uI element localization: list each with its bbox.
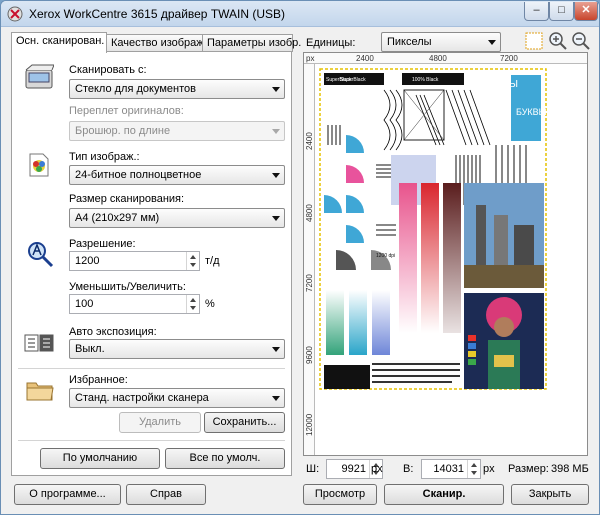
image-type-select[interactable]: 24-битное полноцветное <box>69 165 285 185</box>
binding-select[interactable]: Брошюр. по длине <box>69 121 285 141</box>
close-window-button[interactable]: ✕ <box>574 2 598 21</box>
scale-unit: % <box>205 298 215 310</box>
zoom-in-icon[interactable] <box>548 31 568 51</box>
ruler-unit: px <box>306 54 315 63</box>
scale-spinner[interactable] <box>186 295 199 313</box>
favorites-select[interactable]: Станд. настройки сканера <box>69 388 285 408</box>
size-value: 398 МБ <box>551 463 589 475</box>
height-unit: px <box>483 463 495 475</box>
scan-button[interactable]: Сканир. <box>384 484 504 505</box>
ruler-tick: 2400 <box>305 132 314 150</box>
scan-from-select[interactable]: Стекло для документов <box>69 79 285 99</box>
window-title: Xerox WorkCentre 3615 драйвер TWAIN (USB… <box>29 7 286 21</box>
preview-button[interactable]: Просмотр <box>303 484 377 505</box>
bukvy-text: БУКВЫ <box>484 79 518 90</box>
scan-size-select[interactable]: A4 (210x297 мм) <box>69 208 285 228</box>
resolution-input[interactable]: 1200 <box>69 251 200 271</box>
ruler-tick: 7200 <box>305 274 314 292</box>
auto-exposure-select[interactable]: Выкл. <box>69 339 285 359</box>
folder-icon <box>26 382 54 401</box>
width-label: Ш: <box>306 463 320 475</box>
about-button[interactable]: О программе... <box>14 484 121 505</box>
units-label: Единицы: <box>306 37 356 49</box>
binding-label: Переплет оригиналов: <box>69 105 184 117</box>
ruler-horizontal: px 2400 4800 7200 <box>304 53 587 64</box>
help-button[interactable]: Справ <box>126 484 206 505</box>
height-label: В: <box>403 463 414 475</box>
delete-favorite-button[interactable]: Удалить <box>119 412 201 433</box>
maximize-button[interactable]: □ <box>549 2 574 21</box>
ruler-tick: 7200 <box>500 54 518 63</box>
preview-area[interactable]: px 2400 4800 7200 2400 4800 7200 9600 12… <box>303 52 588 456</box>
select-area-icon[interactable] <box>524 31 544 51</box>
scan-from-label: Сканировать с: <box>69 64 147 76</box>
ruler-tick: 12000 <box>305 413 314 436</box>
scanned-page-preview: SuperBlack SuperBlack 100% Black БУКВЫ Б… <box>316 65 587 455</box>
color-image-type-icon <box>29 153 49 177</box>
tab-image-quality[interactable]: Качество изображ. <box>106 34 207 52</box>
ruler-tick: 9600 <box>305 346 314 364</box>
minimize-button[interactable]: – <box>524 2 549 21</box>
ruler-vertical: 2400 4800 7200 9600 12000 <box>304 64 315 455</box>
basic-scan-panel: Сканировать с: Стекло для документов Пер… <box>11 51 292 476</box>
defaults-button[interactable]: По умолчанию <box>40 448 160 469</box>
favorites-label: Избранное: <box>69 374 128 386</box>
close-button[interactable]: Закрыть <box>511 484 589 505</box>
resolution-unit: т/д <box>205 255 220 267</box>
superblack-text-2: SuperBlack <box>340 77 366 83</box>
resolution-label: Разрешение: <box>69 238 136 250</box>
scanner-icon <box>25 64 54 89</box>
resolution-sample-text: 1200 dpi <box>376 253 395 259</box>
bukvy-text-2: БУКВЫ <box>516 107 547 117</box>
all-defaults-button[interactable]: Все по умолч. <box>165 448 285 469</box>
auto-exposure-label: Авто экспозиция: <box>69 326 157 338</box>
scan-size-label: Размер сканирования: <box>69 193 185 205</box>
width-unit: px <box>371 463 383 475</box>
scale-input[interactable]: 100 <box>69 294 200 314</box>
auto-exposure-icon <box>24 334 54 352</box>
resolution-spinner[interactable] <box>186 252 199 270</box>
ruler-tick: 4800 <box>305 204 314 222</box>
xerox-logo-icon <box>7 6 23 22</box>
scale-label: Уменьшить/Увеличить: <box>69 281 186 293</box>
ruler-tick: 2400 <box>356 54 374 63</box>
section-divider-2 <box>18 440 285 441</box>
title-bar[interactable]: Xerox WorkCentre 3615 драйвер TWAIN (USB… <box>1 1 599 27</box>
height-spinner[interactable] <box>467 460 480 478</box>
section-divider <box>18 368 285 369</box>
magnifier-resolution-icon <box>28 242 54 268</box>
scanner-window: Xerox WorkCentre 3615 драйвер TWAIN (USB… <box>0 0 600 515</box>
image-type-label: Тип изображ.: <box>69 151 140 163</box>
black100-text: 100% Black <box>412 77 439 83</box>
units-select[interactable]: Пикселы <box>381 32 501 52</box>
ruler-tick: 4800 <box>429 54 447 63</box>
tab-basic-scan[interactable]: Осн. сканирован. <box>11 32 107 53</box>
height-input[interactable]: 14031 <box>421 459 481 479</box>
tab-image-options[interactable]: Параметры изобр. <box>202 34 301 52</box>
size-label: Размер: <box>508 463 549 475</box>
zoom-out-icon[interactable] <box>571 31 591 51</box>
save-favorite-button[interactable]: Сохранить... <box>204 412 285 433</box>
